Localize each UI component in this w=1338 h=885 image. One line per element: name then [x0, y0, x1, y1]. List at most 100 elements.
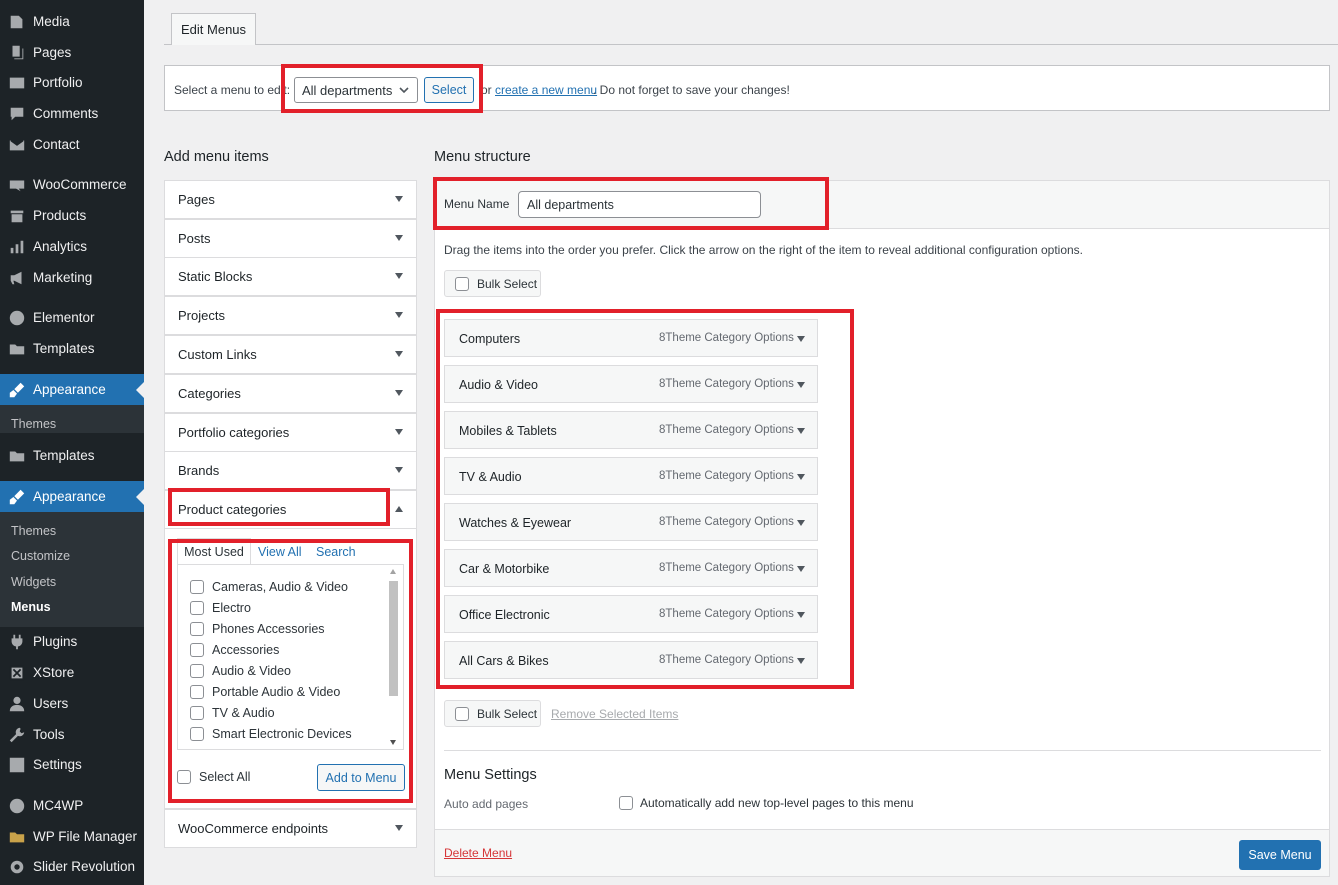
list-item[interactable]: Accessories: [190, 643, 279, 657]
scrollbar-thumb[interactable]: [389, 581, 398, 696]
bulk-select-button[interactable]: Bulk Select: [444, 270, 541, 297]
sidebar-item-marketing[interactable]: Marketing: [0, 262, 144, 293]
sidebar-item-contact[interactable]: Contact: [0, 129, 144, 160]
checkbox[interactable]: [190, 580, 204, 594]
accordion-portfolio-categories[interactable]: Portfolio categories: [164, 413, 417, 452]
submenu-item-menus[interactable]: Menus: [11, 600, 51, 614]
bulk-select-checkbox[interactable]: [455, 276, 469, 291]
sidebar-item-xstore[interactable]: XStore: [0, 657, 144, 688]
menu-item-mobiles-tablets[interactable]: Mobiles & Tablets 8Theme Category Options: [444, 411, 818, 449]
checkbox[interactable]: [190, 706, 204, 720]
scrollbar[interactable]: [388, 569, 399, 745]
list-item[interactable]: Portable Audio & Video: [190, 685, 340, 699]
sidebar-item-mc4wp[interactable]: MC4WP: [0, 790, 144, 821]
chevron-down-icon[interactable]: [797, 566, 805, 572]
submenu-item-themes[interactable]: Themes: [11, 524, 56, 538]
chevron-down-icon[interactable]: [797, 658, 805, 664]
mail-icon: [7, 136, 27, 154]
sidebar-item-appearance[interactable]: Appearance: [0, 374, 144, 405]
add-to-menu-button[interactable]: Add to Menu: [317, 764, 405, 791]
list-item[interactable]: TV & Audio: [190, 706, 275, 720]
accordion-pages[interactable]: Pages: [164, 180, 417, 219]
sidebar-item-tools[interactable]: Tools: [0, 719, 144, 750]
list-item[interactable]: Cameras, Audio & Video: [190, 580, 348, 594]
checkbox[interactable]: [190, 601, 204, 615]
chevron-down-icon[interactable]: [797, 428, 805, 434]
list-item[interactable]: Smart Electronic Devices: [190, 727, 352, 741]
sidebar-item-comments[interactable]: Comments: [0, 98, 144, 129]
sidebar-item-elementor[interactable]: Elementor: [0, 302, 144, 333]
accordion-posts[interactable]: Posts: [164, 219, 417, 258]
sidebar-item-templates-2[interactable]: Templates: [0, 440, 144, 471]
save-menu-button[interactable]: Save Menu: [1239, 840, 1321, 870]
scroll-down-icon[interactable]: [390, 740, 396, 745]
chevron-down-icon[interactable]: [797, 612, 805, 618]
sidebar-item-wp-file-manager[interactable]: WP File Manager: [0, 821, 144, 852]
list-item[interactable]: Electro: [190, 601, 251, 615]
menu-item-car-motorbike[interactable]: Car & Motorbike 8Theme Category Options: [444, 549, 818, 587]
scroll-up-icon[interactable]: [390, 569, 396, 574]
menu-name-header: Menu Name All departments: [435, 181, 1329, 229]
accordion-custom-links[interactable]: Custom Links: [164, 335, 417, 374]
chevron-down-icon[interactable]: [797, 336, 805, 342]
submenu-item-themes[interactable]: Themes: [11, 417, 56, 431]
menu-item-computers[interactable]: Computers 8Theme Category Options: [444, 319, 818, 357]
chevron-down-icon[interactable]: [797, 474, 805, 480]
delete-menu-link[interactable]: Delete Menu: [444, 846, 512, 860]
checkbox[interactable]: [190, 622, 204, 636]
tab-edit-menus[interactable]: Edit Menus: [171, 13, 257, 45]
accordion-projects[interactable]: Projects: [164, 296, 417, 335]
tab-search[interactable]: Search: [316, 545, 356, 559]
checkbox[interactable]: [190, 664, 204, 678]
list-item[interactable]: Audio & Video: [190, 664, 291, 678]
create-new-menu-link[interactable]: create a new menu: [495, 83, 597, 97]
sidebar-item-templates[interactable]: Templates: [0, 333, 144, 364]
remove-selected-items-link[interactable]: Remove Selected Items: [551, 707, 678, 721]
select-all-checkbox[interactable]: [177, 770, 191, 784]
menu-item-audio-video[interactable]: Audio & Video 8Theme Category Options: [444, 365, 818, 403]
sidebar-item-portfolio[interactable]: Portfolio: [0, 67, 144, 98]
auto-add-checkbox[interactable]: [619, 796, 633, 810]
list-item[interactable]: Phones Accessories: [190, 622, 325, 636]
menu-structure-panel: Menu Name All departments Drag the items…: [434, 180, 1330, 877]
bulk-select-button-bottom[interactable]: Bulk Select: [444, 700, 541, 727]
accordion-static-blocks[interactable]: Static Blocks: [164, 257, 417, 296]
checkbox[interactable]: [190, 685, 204, 699]
menu-item-office-electronic[interactable]: Office Electronic 8Theme Category Options: [444, 595, 818, 633]
sidebar-item-plugins[interactable]: Plugins: [0, 626, 144, 657]
auto-add-pages-option[interactable]: Automatically add new top-level pages to…: [619, 796, 914, 810]
select-all-option[interactable]: Select All: [177, 770, 250, 784]
submenu-item-widgets[interactable]: Widgets: [11, 575, 56, 589]
bulk-select-checkbox[interactable]: [455, 706, 469, 721]
sidebar-item-analytics[interactable]: Analytics: [0, 231, 144, 262]
menu-name-input[interactable]: All departments: [518, 191, 761, 218]
checkbox[interactable]: [190, 643, 204, 657]
sidebar-item-pages[interactable]: Pages: [0, 37, 144, 68]
sidebar-item-woocommerce[interactable]: WooCommerce: [0, 169, 144, 200]
accordion-brands[interactable]: Brands: [164, 451, 417, 490]
pages-icon: [7, 44, 27, 62]
tab-most-used[interactable]: Most Used: [177, 538, 251, 565]
checkbox[interactable]: [190, 727, 204, 741]
menu-select-dropdown[interactable]: All departments: [294, 77, 418, 103]
accordion-categories[interactable]: Categories: [164, 374, 417, 413]
tab-view-all[interactable]: View All: [258, 545, 302, 559]
menu-name-label: Menu Name: [444, 197, 510, 211]
sidebar-item-settings[interactable]: Settings: [0, 749, 144, 780]
accordion-woocommerce-endpoints[interactable]: WooCommerce endpoints: [164, 809, 417, 848]
chevron-down-icon: [395, 273, 403, 279]
menu-item-all-cars-bikes[interactable]: All Cars & Bikes 8Theme Category Options: [444, 641, 818, 679]
select-menu-button[interactable]: Select: [424, 77, 474, 103]
sidebar-item-users[interactable]: Users: [0, 688, 144, 719]
sidebar-item-media[interactable]: Media: [0, 6, 144, 37]
chevron-down-icon[interactable]: [797, 520, 805, 526]
xstore-icon: [7, 664, 27, 682]
chevron-down-icon[interactable]: [797, 382, 805, 388]
accordion-product-categories[interactable]: Product categories: [164, 490, 417, 529]
menu-item-watches-eyewear[interactable]: Watches & Eyewear 8Theme Category Options: [444, 503, 818, 541]
sidebar-item-products[interactable]: Products: [0, 200, 144, 231]
submenu-item-customize[interactable]: Customize: [11, 549, 70, 563]
sidebar-item-slider-revolution[interactable]: Slider Revolution: [0, 851, 144, 882]
sidebar-item-appearance-2[interactable]: Appearance: [0, 481, 144, 512]
menu-item-tv-audio[interactable]: TV & Audio 8Theme Category Options: [444, 457, 818, 495]
